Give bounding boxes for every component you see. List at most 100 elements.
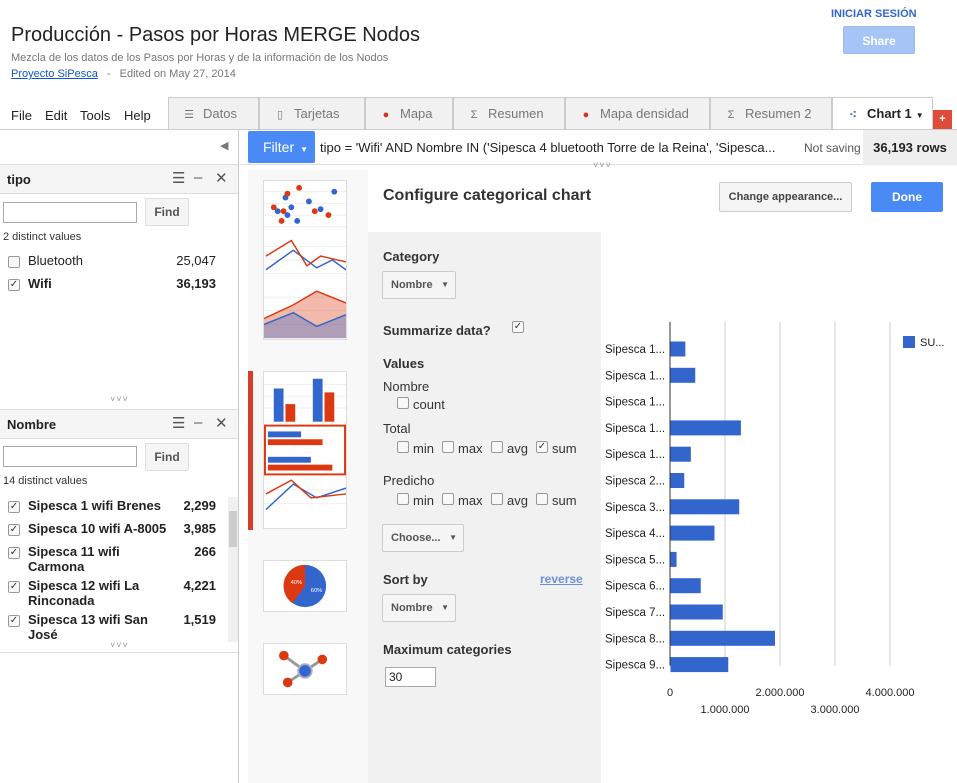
checkbox-wifi[interactable]: ✓ xyxy=(8,279,20,291)
chart-type-bar[interactable] xyxy=(263,371,347,529)
reverse-link[interactable]: reverse xyxy=(540,572,583,586)
tab-mapa[interactable]: ● Mapa xyxy=(365,97,453,130)
find-button[interactable]: Find xyxy=(145,443,189,471)
bar xyxy=(670,367,696,383)
add-tab-button[interactable]: + xyxy=(933,110,952,129)
divider xyxy=(0,652,238,653)
summary-icon: Σ xyxy=(470,109,478,121)
line-chart-icon xyxy=(264,479,346,511)
page-meta: Proyecto SiPesca - Edited on May 27, 201… xyxy=(11,68,236,80)
minimize-icon[interactable]: – xyxy=(194,169,202,186)
max-label: max xyxy=(458,441,483,456)
share-button[interactable]: Share xyxy=(843,26,915,54)
checkbox-bluetooth[interactable] xyxy=(8,256,20,268)
predicho-min-checkbox[interactable] xyxy=(397,493,409,505)
chevron-down-icon: ▼ xyxy=(449,533,457,542)
chart-bars xyxy=(670,341,775,673)
change-appearance-button[interactable]: Change appearance... xyxy=(719,182,852,212)
max-categories-input[interactable]: 30 xyxy=(385,667,436,687)
minimize-icon[interactable]: – xyxy=(194,414,202,431)
category-label: Category xyxy=(383,249,440,264)
tab-datos[interactable]: ☰ Datos xyxy=(168,97,259,130)
filter-item-label: Sipesca 1 wifi Brenes xyxy=(28,498,161,513)
area-thumb-icon xyxy=(264,290,346,339)
project-link[interactable]: Proyecto SiPesca xyxy=(11,68,98,80)
chevron-down-icon[interactable]: ▼ xyxy=(916,111,924,120)
scrollbar-thumb[interactable] xyxy=(229,511,237,547)
filter-item-count: 4,221 xyxy=(183,578,216,593)
chart-category-labels: Sipesca 1... Sipesca 1... Sipesca 1... Sipe… xyxy=(605,344,665,672)
menu-file[interactable]: File xyxy=(11,108,32,123)
tab-resumen[interactable]: Σ Resumen xyxy=(453,97,565,130)
total-min-checkbox[interactable] xyxy=(397,441,409,453)
page-title: Producción - Pasos por Horas MERGE Nodos xyxy=(11,24,421,46)
summarize-checkbox[interactable]: ✓ xyxy=(512,321,524,333)
total-avg-checkbox[interactable] xyxy=(491,441,503,453)
filter-button-label: Filter xyxy=(263,139,295,155)
sort-select[interactable]: Nombre ▼ xyxy=(382,594,456,622)
done-button[interactable]: Done xyxy=(871,182,943,212)
collapse-panel-icon[interactable]: ◀ xyxy=(220,139,228,152)
x-tick-label: 2.000.000 xyxy=(756,687,805,699)
checkbox-nombre[interactable]: ✓ xyxy=(8,581,20,593)
find-button[interactable]: Find xyxy=(145,198,189,226)
close-icon[interactable]: ✕ xyxy=(215,414,228,432)
filter-item-label: Sipesca 13 wifi San José xyxy=(28,612,148,642)
tab-chart-1[interactable]: ⁖ Chart 1 ▼ xyxy=(832,97,933,131)
filter-expression[interactable]: tipo = 'Wifi' AND Nombre IN ('Sipesca 4 … xyxy=(320,140,790,155)
menu-edit[interactable]: Edit xyxy=(45,108,67,123)
sum-label: sum xyxy=(552,493,577,508)
tab-label: Resumen 2 xyxy=(745,106,812,121)
filter-search-input[interactable] xyxy=(3,202,137,223)
tab-tarjetas[interactable]: ▯ Tarjetas xyxy=(259,97,365,130)
chevron-down-icon: ▼ xyxy=(441,280,449,289)
bar xyxy=(670,604,723,620)
menu-icon[interactable]: ☰ xyxy=(172,169,185,187)
choose-column-select[interactable]: Choose... ▼ xyxy=(382,524,464,552)
checkbox-nombre[interactable]: ✓ xyxy=(8,547,20,559)
count-checkbox[interactable] xyxy=(397,397,409,409)
checkbox-nombre[interactable]: ✓ xyxy=(8,524,20,536)
total-max-checkbox[interactable] xyxy=(442,441,454,453)
resize-handle[interactable]: ˅˅˅ xyxy=(593,160,612,170)
category-label: Sipesca 1... xyxy=(605,344,665,356)
summary-icon: Σ xyxy=(727,109,735,121)
filter-item-label: Wifi xyxy=(28,276,52,291)
avg-label: avg xyxy=(507,441,528,456)
menu-tools[interactable]: Tools xyxy=(80,108,110,123)
resize-handle[interactable]: ˅˅˅ xyxy=(110,394,129,404)
signin-link[interactable]: INICIAR SESIÓN xyxy=(831,8,917,20)
chevron-down-icon: ▼ xyxy=(441,603,449,612)
close-icon[interactable]: ✕ xyxy=(215,169,228,187)
values-label: Values xyxy=(383,356,425,371)
chart-type-pie[interactable]: 40% 60% xyxy=(263,560,347,612)
chart-type-scatter-line-area[interactable] xyxy=(263,180,347,340)
filter-item-count: 266 xyxy=(194,544,216,559)
bar xyxy=(670,420,741,436)
bar xyxy=(670,499,740,515)
predicho-sum-checkbox[interactable] xyxy=(536,493,548,505)
tab-mapa-densidad[interactable]: ● Mapa densidad xyxy=(565,97,710,130)
checkbox-nombre[interactable]: ✓ xyxy=(8,501,20,513)
predicho-max-checkbox[interactable] xyxy=(442,493,454,505)
resize-handle[interactable]: ˅˅˅ xyxy=(110,640,129,650)
menu-icon[interactable]: ☰ xyxy=(172,414,185,432)
total-sum-checkbox[interactable]: ✓ xyxy=(536,441,548,453)
tab-label: Chart 1 xyxy=(867,106,912,121)
legend-label: SU... xyxy=(920,337,944,349)
predicho-avg-checkbox[interactable] xyxy=(491,493,503,505)
filter-search-input[interactable] xyxy=(3,446,137,467)
chart-type-network[interactable] xyxy=(263,643,347,695)
total-label: Total xyxy=(383,421,411,436)
category-select[interactable]: Nombre ▼ xyxy=(382,271,456,299)
x-tick-label: 0 xyxy=(667,687,673,699)
scatter-chart-icon: ⁖ xyxy=(849,109,857,121)
filter-button[interactable]: Filter ▼ xyxy=(248,131,315,163)
bar xyxy=(670,446,691,462)
checkbox-nombre[interactable]: ✓ xyxy=(8,615,20,627)
tab-resumen-2[interactable]: Σ Resumen 2 xyxy=(710,97,832,130)
bar xyxy=(670,657,729,673)
chart-axis-ticks: 0 1.000.000 2.000.000 3.000.000 4.000.000 xyxy=(667,687,915,716)
x-tick-label: 1.000.000 xyxy=(701,704,750,716)
menu-help[interactable]: Help xyxy=(124,108,151,123)
